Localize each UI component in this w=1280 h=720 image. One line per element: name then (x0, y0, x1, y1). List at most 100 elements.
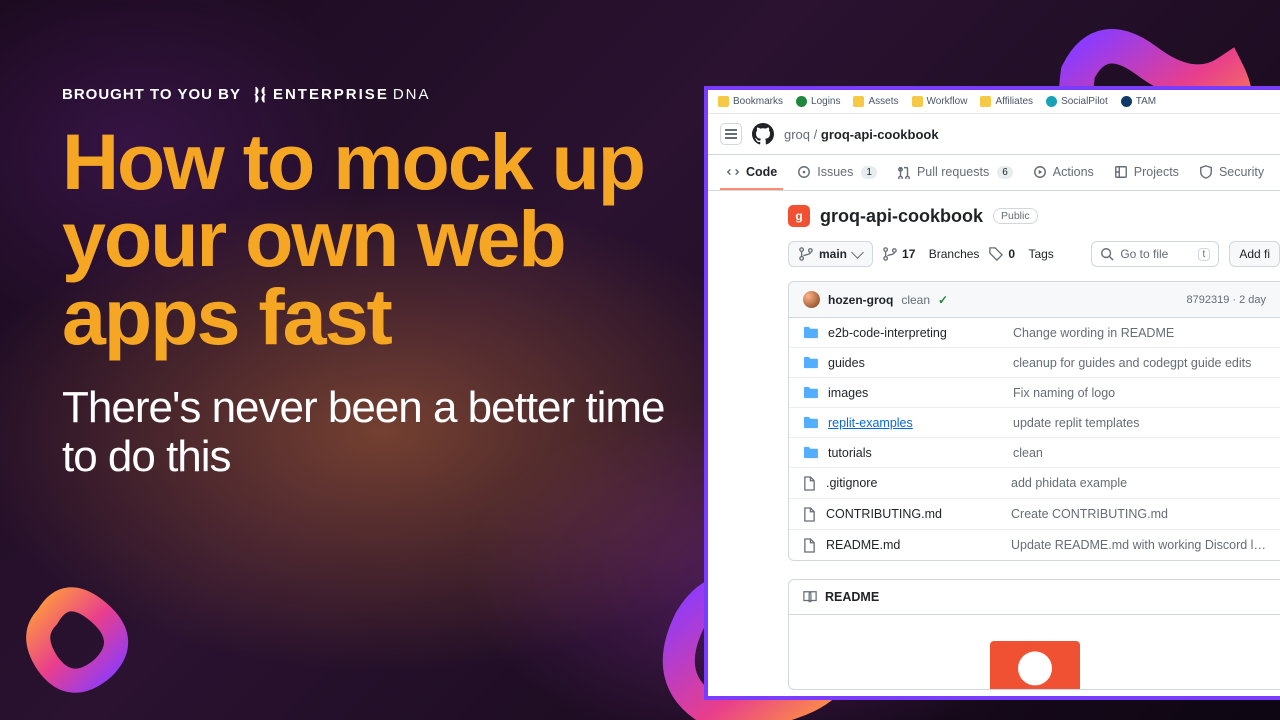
tab-issues[interactable]: Issues 1 (791, 155, 883, 190)
folder-icon (803, 356, 818, 369)
bookmark-label: Logins (811, 96, 840, 107)
file-commit-message[interactable]: add phidata example (1011, 476, 1266, 490)
bookmark-label: TAM (1136, 96, 1156, 107)
chevron-down-icon (851, 246, 864, 259)
folder-icon (803, 326, 818, 339)
tab-code[interactable]: Code (720, 155, 783, 190)
page-title: How to mock up your own web apps fast (62, 123, 702, 355)
bookmark-label: Assets (868, 96, 898, 107)
kicker-label: BROUGHT TO YOU BY (62, 86, 241, 103)
bookmark-icon (1046, 96, 1057, 107)
file-name[interactable]: e2b-code-interpreting (828, 326, 1003, 340)
browser-bookmarks-bar: Bookmarks Logins Assets Workflow Affiliates S… (708, 90, 1280, 114)
repo-header-bar: groq / groq-api-cookbook (708, 114, 1280, 155)
readme-header[interactable]: README (789, 580, 1280, 615)
avatar (803, 291, 820, 308)
file-commit-message[interactable]: Fix naming of logo (1013, 386, 1266, 400)
file-listing: hozen-groq clean ✓ 8792319 · 2 day e2b-c… (788, 281, 1280, 561)
breadcrumb[interactable]: groq / groq-api-cookbook (784, 127, 939, 142)
tab-label: Projects (1134, 165, 1179, 179)
bookmark-icon (1121, 96, 1132, 107)
file-row[interactable]: guides cleanup for guides and codegpt gui… (789, 348, 1280, 378)
readme-body (789, 615, 1280, 689)
brand-name-b: DNA (393, 86, 431, 103)
bookmark-item[interactable]: SocialPilot (1046, 96, 1108, 107)
brand-logo: ENTERPRISEDNA (251, 85, 431, 103)
tab-icon (1199, 165, 1213, 179)
repo-name-crumb[interactable]: groq-api-cookbook (821, 127, 939, 142)
tab-security[interactable]: Security (1193, 155, 1270, 190)
file-name[interactable]: replit-examples (828, 416, 1003, 430)
tab-pull-requests[interactable]: Pull requests6 (891, 155, 1019, 190)
bookmark-icon (796, 96, 807, 107)
page-subtitle: There's never been a better time to do t… (62, 383, 702, 482)
file-commit-message[interactable]: Update README.md with working Discord li… (1011, 538, 1266, 552)
branch-switcher-button[interactable]: main (788, 241, 873, 267)
bookmark-item[interactable]: Workflow (912, 96, 968, 107)
file-commit-message[interactable]: update replit templates (1013, 416, 1266, 430)
file-row[interactable]: tutorials clean (789, 438, 1280, 468)
tags-link[interactable]: 0 Tags (989, 247, 1053, 261)
bookmark-item[interactable]: TAM (1121, 96, 1156, 107)
tab-actions[interactable]: Actions (1027, 155, 1100, 190)
repo-owner[interactable]: groq (784, 127, 810, 142)
file-commit-message[interactable]: Change wording in README (1013, 326, 1266, 340)
github-mark-icon[interactable] (752, 123, 774, 145)
file-name[interactable]: README.md (826, 538, 1001, 552)
repo-title-row: g groq-api-cookbook Public (788, 205, 1280, 227)
folder-icon (803, 386, 818, 399)
file-row[interactable]: .gitignore add phidata example (789, 468, 1280, 499)
file-row[interactable]: replit-examples update replit templates (789, 408, 1280, 438)
brand-name-a: ENTERPRISE (273, 86, 389, 103)
file-row[interactable]: e2b-code-interpreting Change wording in R… (789, 318, 1280, 348)
bookmark-label: Affiliates (995, 96, 1033, 107)
repo-tabs: Code Issues 1 Pull requests6 Actions Projects… (708, 155, 1280, 191)
file-row[interactable]: README.md Update README.md with working D… (789, 530, 1280, 560)
file-row[interactable]: CONTRIBUTING.md Create CONTRIBUTING.md (789, 499, 1280, 530)
tab-icon (726, 165, 740, 179)
bookmark-item[interactable]: Logins (796, 96, 840, 107)
bookmark-item[interactable]: Assets (853, 96, 898, 107)
go-to-file-input[interactable]: Go to file t (1091, 241, 1219, 267)
bookmark-item[interactable]: Bookmarks (718, 96, 783, 107)
hamburger-button[interactable] (720, 123, 742, 145)
file-name-link[interactable]: replit-examples (828, 416, 913, 430)
tab-icon (1114, 165, 1128, 179)
branch-icon (799, 247, 813, 261)
file-name[interactable]: guides (828, 356, 1003, 370)
latest-commit-row[interactable]: hozen-groq clean ✓ 8792319 · 2 day (789, 282, 1280, 318)
bookmark-label: SocialPilot (1061, 96, 1108, 107)
tab-label: Code (746, 165, 777, 179)
repo-name[interactable]: groq-api-cookbook (820, 206, 983, 227)
file-name[interactable]: .gitignore (826, 476, 1001, 490)
branches-link[interactable]: 17 Branches (883, 247, 979, 261)
tab-label: Pull requests (917, 165, 989, 179)
file-icon (803, 538, 816, 553)
tab-icon (797, 165, 811, 179)
file-icon (803, 507, 816, 522)
file-row[interactable]: images Fix naming of logo (789, 378, 1280, 408)
branch-icon (883, 247, 897, 261)
bookmark-icon (912, 96, 923, 107)
file-commit-message[interactable]: clean (1013, 446, 1266, 460)
tab-icon (1033, 165, 1047, 179)
readme-label: README (825, 590, 879, 604)
file-commit-message[interactable]: Create CONTRIBUTING.md (1011, 507, 1266, 521)
file-name[interactable]: images (828, 386, 1003, 400)
repo-body: g groq-api-cookbook Public main 17 Branc… (708, 191, 1280, 690)
tab-count-badge: 1 (861, 166, 877, 179)
add-file-button[interactable]: Add fi (1229, 241, 1280, 267)
file-commit-message[interactable]: cleanup for guides and codegpt guide edi… (1013, 356, 1266, 370)
tab-projects[interactable]: Projects (1108, 155, 1185, 190)
kicker-row: BROUGHT TO YOU BY ENTERPRISEDNA (62, 85, 702, 103)
bookmark-item[interactable]: Affiliates (980, 96, 1033, 107)
readme-hero-logo (990, 641, 1080, 689)
file-name[interactable]: CONTRIBUTING.md (826, 507, 1001, 521)
file-name[interactable]: tutorials (828, 446, 1003, 460)
folder-icon (803, 446, 818, 459)
repo-avatar: g (788, 205, 810, 227)
repo-controls-row: main 17 Branches 0 Tags Go to file t Add… (788, 241, 1280, 267)
tab-label: Actions (1053, 165, 1094, 179)
brand-mark-icon (251, 85, 269, 103)
tab-label: Issues (817, 165, 853, 179)
